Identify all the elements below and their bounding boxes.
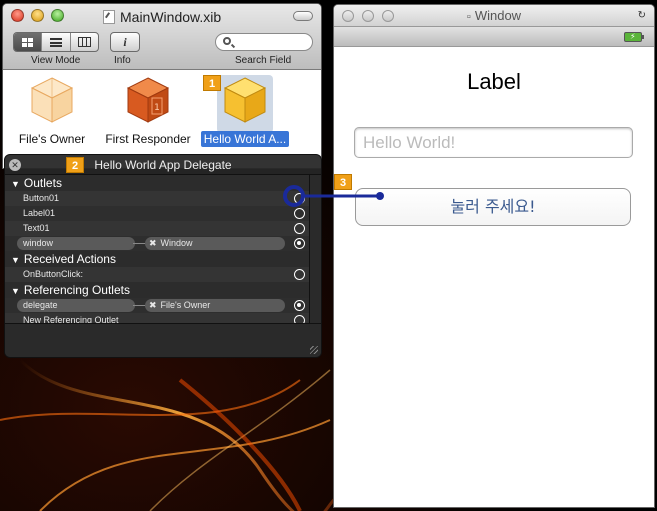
first-responder-cube-icon: 1 [126, 76, 170, 124]
minimize-window-button[interactable] [31, 9, 44, 22]
received-actions-section-label: Received Actions [23, 252, 116, 266]
files-owner-label: File's Owner [18, 132, 86, 146]
press-button[interactable]: 눌러 주세요! [355, 188, 631, 226]
referencing-row-delegate: delegate ✖ File's Owner [5, 298, 311, 313]
search-field[interactable] [215, 33, 313, 51]
connections-hud-panel: ✕ Hello World App Delegate 2 ▼ Outlets Bu… [4, 154, 322, 358]
xib-document-window: MainWindow.xib i View Mode Info Search F… [2, 3, 322, 169]
column-view-button[interactable] [71, 33, 98, 51]
hud-titlebar: ✕ Hello World App Delegate [5, 155, 321, 175]
referencing-outlets-section-header[interactable]: ▼ Referencing Outlets [5, 282, 311, 298]
connection-target-name: Window [160, 238, 193, 248]
outlet-row-window: window ✖ Window [5, 236, 311, 251]
rotate-icon[interactable]: ↻ [638, 10, 646, 21]
app-delegate-label: Hello World A... [200, 131, 290, 147]
battery-icon: ⚡ [624, 32, 644, 42]
view-mode-label: View Mode [31, 55, 81, 66]
xib-document-icon [103, 10, 115, 24]
hud-footer [5, 323, 321, 357]
resize-grip-icon[interactable] [310, 346, 318, 354]
referencing-connector-delegate[interactable] [294, 300, 305, 311]
app-delegate-cube-icon [223, 76, 267, 124]
outlet-row-text01: Text01 [5, 221, 311, 236]
outlet-name-pill: window [17, 237, 135, 250]
referencing-outlet-pill: delegate [17, 299, 135, 312]
hello-world-text-field[interactable]: Hello World! [354, 127, 633, 158]
window-title-text: Window [474, 8, 522, 23]
xib-title-text: MainWindow.xib [120, 9, 222, 25]
info-icon: i [123, 34, 127, 49]
referencing-outlets-section-label: Referencing Outlets [23, 283, 130, 297]
search-icon [223, 37, 231, 45]
status-bar: ⚡ [334, 27, 654, 47]
iphone-window: ▫ Window ↻ ⚡ Label Hello World! 눌러 주세요! [333, 4, 655, 508]
outlet-connector-label01[interactable] [294, 208, 305, 219]
zoom-window-button[interactable] [51, 9, 64, 22]
outlet-connector-button01[interactable] [294, 193, 305, 204]
disclosure-triangle-icon: ▼ [11, 255, 20, 265]
first-responder-object[interactable]: 1 First Responder [103, 76, 193, 146]
action-connector-onbuttonclick[interactable] [294, 269, 305, 280]
disclosure-triangle-icon: ▼ [11, 286, 20, 296]
disconnect-icon[interactable]: ✖ [149, 300, 157, 310]
outlets-section-header[interactable]: ▼ Outlets [5, 175, 311, 191]
outlet-name: Text01 [23, 223, 50, 233]
disclosure-triangle-icon: ▼ [11, 179, 20, 189]
icon-view-icon [22, 37, 34, 47]
list-view-icon [49, 37, 62, 47]
view-mode-segmented-control[interactable] [13, 32, 99, 52]
files-owner-connection-target[interactable]: ✖ File's Owner [145, 299, 285, 312]
outlet-name: Button01 [23, 193, 60, 203]
connection-target-name: File's Owner [160, 300, 211, 310]
xib-toolbar: MainWindow.xib i View Mode Info Search F… [3, 4, 321, 70]
callout-badge-1: 1 [203, 75, 221, 91]
window-connection-target[interactable]: ✖ Window [145, 237, 285, 250]
outlet-row-label01: Label01 [5, 206, 311, 221]
action-name: OnButtonClick: [23, 269, 84, 279]
window-titlebar: ▫ Window ↻ [334, 5, 654, 27]
search-field-label: Search Field [235, 55, 292, 66]
callout-badge-2: 2 [66, 157, 84, 173]
outlets-section-label: Outlets [23, 176, 62, 190]
outlet-name: Label01 [23, 208, 56, 218]
svg-text:1: 1 [154, 103, 160, 113]
window-title: ▫ Window [334, 8, 654, 23]
hud-close-icon[interactable]: ✕ [9, 159, 21, 171]
files-owner-cube-icon [30, 76, 74, 124]
outlet-row-button01: Button01 [5, 191, 311, 206]
ui-label: Label [467, 69, 521, 94]
toolbar-toggle-button[interactable] [293, 11, 313, 21]
connections-list: ▼ Outlets Button01 Label01 Text01 window … [5, 175, 311, 328]
outlet-connector-window[interactable] [294, 238, 305, 249]
action-row-onbuttonclick: OnButtonClick: [5, 267, 311, 282]
column-view-icon [77, 37, 91, 47]
list-view-button[interactable] [42, 33, 71, 51]
first-responder-label: First Responder [105, 132, 191, 146]
callout-badge-3: 3 [334, 174, 352, 190]
hud-scrollbar[interactable] [309, 175, 321, 325]
received-actions-section-header[interactable]: ▼ Received Actions [5, 251, 311, 267]
outlet-connector-text01[interactable] [294, 223, 305, 234]
close-window-button[interactable] [11, 9, 24, 22]
info-label: Info [114, 55, 131, 66]
document-icon: ▫ [466, 11, 471, 23]
files-owner-object[interactable]: File's Owner [7, 76, 97, 146]
info-button[interactable]: i [110, 32, 140, 52]
icon-view-button[interactable] [14, 33, 43, 51]
xib-window-title: MainWindow.xib [103, 9, 221, 25]
hud-title: Hello World App Delegate [94, 158, 232, 172]
disconnect-icon[interactable]: ✖ [149, 238, 157, 248]
